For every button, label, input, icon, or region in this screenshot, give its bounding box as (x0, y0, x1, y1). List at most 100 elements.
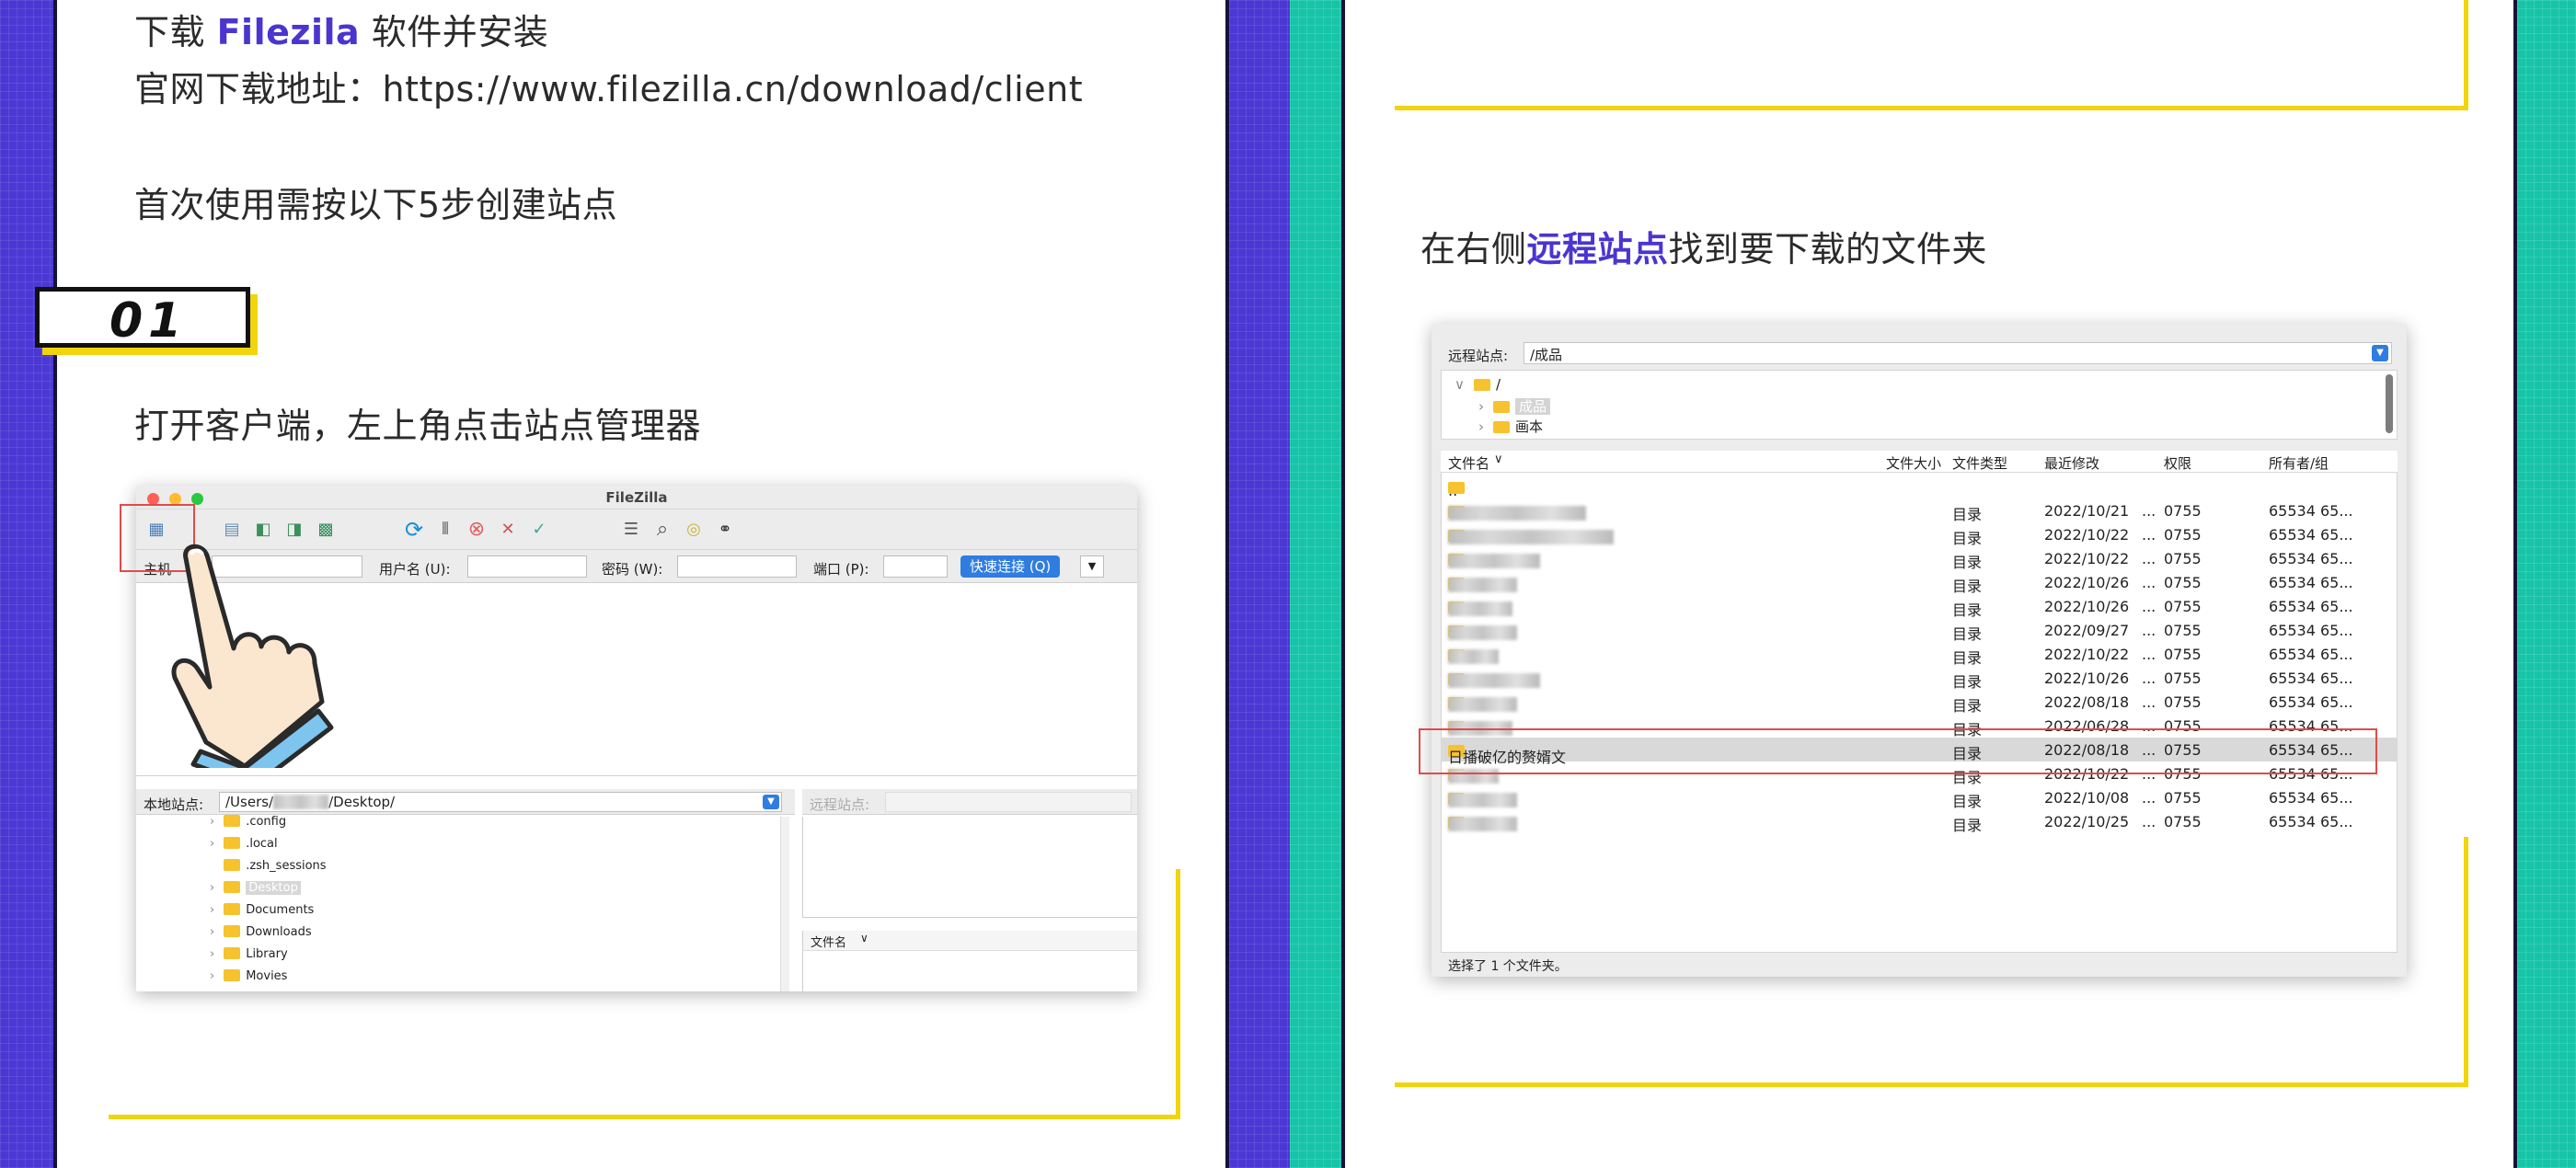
remote-site-bar: 远程站点: (802, 789, 1137, 815)
target-folder-highlight (1419, 728, 2377, 774)
remote-tree-scrollbar[interactable] (2386, 374, 2393, 433)
date-ellipsis: ... (2142, 598, 2156, 615)
file-date-cell: 2022/10/25 (2044, 813, 2130, 830)
date-ellipsis: ... (2142, 550, 2156, 567)
file-owner-cell: 65534 65... (2269, 789, 2353, 807)
parent-directory-row[interactable]: .. (1441, 475, 2398, 499)
local-tree-scrollbar[interactable] (780, 817, 789, 991)
disconnect-icon[interactable]: ✕ (495, 517, 521, 543)
remote-path-dropdown-icon[interactable]: ▼ (2372, 345, 2388, 361)
file-row[interactable]: 目录 2022/10/21... 0755 65534 65... (1441, 498, 2398, 523)
file-perm-cell: 0755 (2164, 574, 2202, 591)
left-yellow-vertical (1176, 869, 1180, 1119)
filter-icon[interactable]: ⫴ (432, 517, 458, 543)
tree-item[interactable]: › Downloads (210, 925, 312, 939)
binoculars-icon[interactable]: ⚭ (712, 517, 738, 543)
file-row[interactable]: 目录 2022/10/22... 0755 65534 65... (1441, 522, 2398, 547)
right-top-yellow-horizontal (1395, 106, 2468, 110)
tree-item[interactable]: › Library (210, 947, 288, 961)
file-type-cell: 目录 (1952, 793, 1983, 810)
remote-site-window: 远程站点: /成品 ▼ ∨ / › 成品 › 画本 文件名 ∨ 文件大小 文件类型 最近… (1432, 324, 2407, 977)
file-perm-cell: 0755 (2164, 646, 2202, 663)
file-date-cell: 2022/09/27 (2044, 622, 2130, 639)
sync-browse-icon[interactable]: ◎ (681, 517, 707, 543)
path-dropdown-icon[interactable]: ▼ (763, 795, 779, 809)
owner-column-header[interactable]: 所有者/组 (2269, 453, 2329, 473)
file-owner-cell: 65534 65... (2269, 693, 2353, 711)
username-input[interactable] (467, 555, 587, 578)
file-owner-cell: 65534 65... (2269, 813, 2353, 830)
password-input[interactable] (677, 555, 797, 578)
refresh-icon[interactable]: ⟳ (401, 517, 427, 543)
redacted-name (1448, 697, 1517, 712)
local-path-input[interactable]: /Users/ /Desktop/ ▼ (219, 792, 782, 812)
caption-prefix: 在右侧 (1420, 229, 1527, 269)
cancel-icon[interactable]: ⊗ (464, 517, 489, 543)
tree-item[interactable]: ›.zsh_sessions (210, 859, 327, 873)
right-bottom-yellow-horizontal (1395, 1082, 2468, 1087)
remote-path-input[interactable]: /成品 ▼ (1524, 342, 2392, 364)
reconnect-icon[interactable]: ✓ (526, 517, 552, 543)
modified-column-header[interactable]: 最近修改 (2044, 453, 2099, 473)
window-title: FileZilla (605, 489, 668, 506)
left-blue-stripe (0, 0, 55, 1168)
file-owner-cell: 65534 65... (2269, 646, 2353, 663)
tree-item-huaben[interactable]: › 画本 (1478, 417, 1543, 436)
file-row[interactable]: 目录 2022/09/27... 0755 65534 65... (1441, 618, 2398, 643)
tree-item-desktop[interactable]: › Desktop (210, 881, 301, 895)
local-site-bar: 本地站点: /Users/ /Desktop/ ▼ (136, 789, 795, 815)
filename-column-header[interactable]: 文件名 (811, 933, 846, 950)
file-row[interactable]: 目录 2022/10/26... 0755 65534 65... (1441, 570, 2398, 595)
search-icon[interactable]: ⌕ (650, 517, 675, 543)
remote-site-label-left: 远程站点: (810, 796, 870, 813)
file-row[interactable]: 目录 2022/10/22... 0755 65534 65... (1441, 546, 2398, 571)
right-caption: 在右侧远程站点找到要下载的文件夹 (1420, 221, 1987, 271)
local-tree: ›.config ›.local ›.zsh_sessions ›Desktop… (136, 815, 795, 991)
remote-site-label: 远程站点: (1448, 348, 1509, 364)
remote-file-list-left (802, 951, 1137, 991)
remote-tree-left (802, 817, 1137, 918)
date-ellipsis: ... (2142, 622, 2156, 639)
size-column-header[interactable]: 文件大小 (1886, 453, 1941, 473)
file-row[interactable]: 目录 2022/10/22... 0755 65534 65... (1441, 642, 2398, 667)
file-row[interactable]: 目录 2022/10/26... 0755 65534 65... (1441, 594, 2398, 619)
download-suffix: 软件并安装 (360, 12, 549, 52)
permission-column-header[interactable]: 权限 (2164, 453, 2191, 473)
name-column-header[interactable]: 文件名 (1448, 453, 1489, 473)
date-ellipsis: ... (2142, 670, 2156, 687)
pointing-hand-icon (171, 544, 334, 768)
file-owner-cell: 65534 65... (2269, 598, 2353, 615)
download-instruction: 下载 Filezila 软件并安装 (134, 4, 548, 54)
type-column-header[interactable]: 文件类型 (1952, 453, 2007, 473)
file-type-cell: 目录 (1952, 625, 1983, 643)
date-ellipsis: ... (2142, 502, 2156, 520)
port-input[interactable] (883, 555, 948, 578)
tree-item-chengpin[interactable]: › 成品 (1478, 396, 1551, 416)
tree-item[interactable]: › Movies (210, 969, 287, 983)
step1-text: 打开客户端，左上角点击站点管理器 (134, 406, 702, 446)
tree-item[interactable]: › .config (210, 815, 286, 829)
file-perm-cell: 0755 (2164, 622, 2202, 639)
tree-item[interactable]: › Documents (210, 903, 314, 917)
quickconnect-button[interactable]: 快速连接 (Q) (960, 555, 1061, 578)
redacted-name (1448, 649, 1499, 664)
redacted-name (1448, 793, 1517, 807)
sort-icon: ∨ (1494, 452, 1503, 466)
first-use-text: 首次使用需按以下5步创建站点 (134, 185, 618, 225)
tree-item[interactable]: › .local (210, 837, 278, 851)
file-owner-cell: 65534 65... (2269, 526, 2353, 544)
file-date-cell: 2022/10/08 (2044, 789, 2130, 807)
file-row[interactable]: 目录 2022/08/18... 0755 65534 65... (1441, 690, 2398, 715)
file-row[interactable]: 目录 2022/10/25... 0755 65534 65... (1441, 809, 2398, 834)
tree-root[interactable]: ∨ / (1455, 376, 1501, 393)
file-row[interactable]: 目录 2022/10/08... 0755 65534 65... (1441, 785, 2398, 810)
date-ellipsis: ... (2142, 646, 2156, 663)
quickconnect-dropdown[interactable]: ▼ (1080, 555, 1104, 578)
file-date-cell: 2022/10/22 (2044, 646, 2130, 663)
remote-path-input-left[interactable] (885, 792, 1132, 812)
directory-listing-icon[interactable]: ☰ (618, 517, 644, 543)
file-type-cell: 目录 (1952, 554, 1983, 571)
file-row[interactable]: 目录 2022/10/26... 0755 65534 65... (1441, 666, 2398, 691)
file-type-cell: 目录 (1952, 530, 1983, 547)
file-type-cell: 目录 (1952, 578, 1983, 595)
